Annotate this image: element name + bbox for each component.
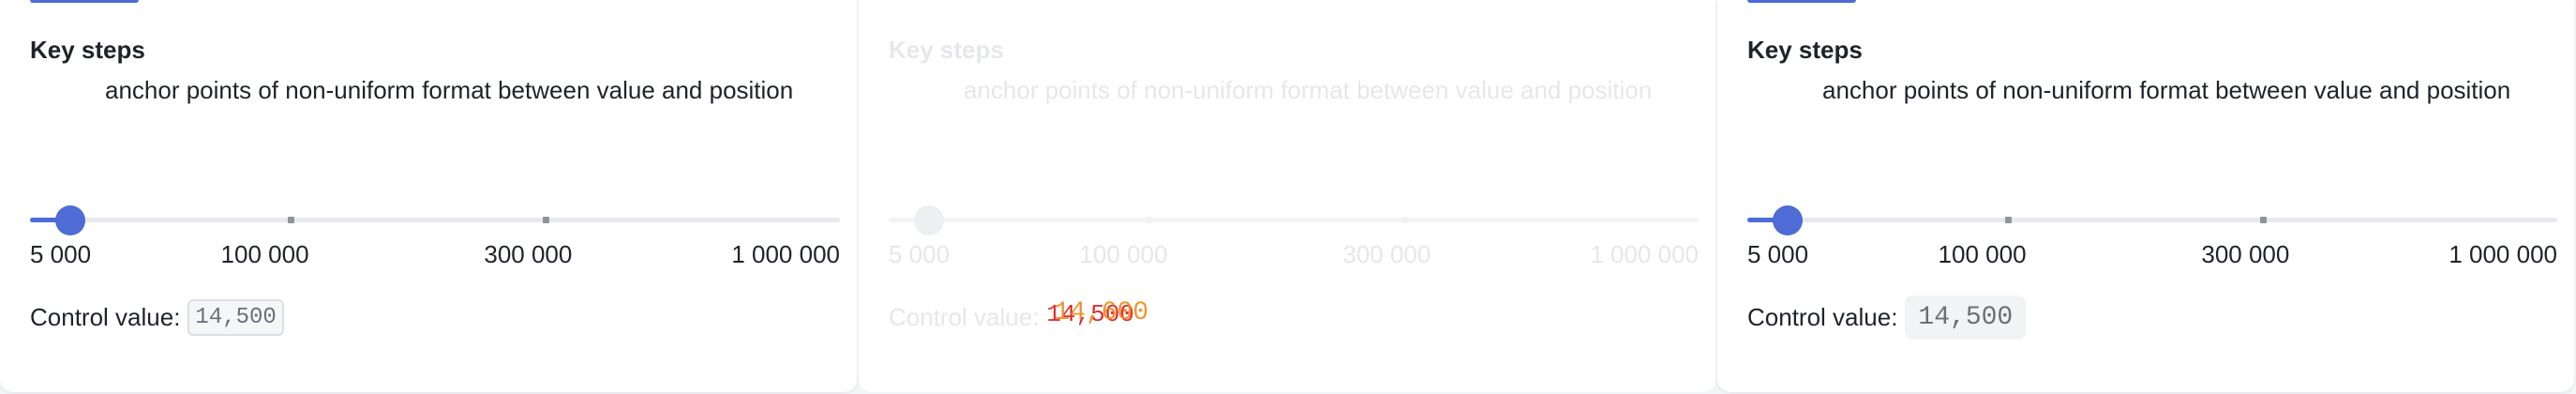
mark-label: 5 000 bbox=[30, 240, 92, 268]
control-value-row: Control value: 14,500 14,600 bbox=[889, 296, 1159, 338]
slider-handle[interactable] bbox=[914, 205, 945, 235]
mark-label: 100 000 bbox=[220, 240, 309, 268]
range-slider[interactable] bbox=[30, 205, 840, 235]
mark-label: 300 000 bbox=[484, 240, 573, 268]
card-description: anchor points of non-uniform format betw… bbox=[1822, 76, 2511, 104]
control-value-label: Control value: bbox=[30, 302, 181, 331]
slider-rail bbox=[30, 218, 840, 222]
control-value: 14,500 bbox=[187, 298, 284, 336]
slider-mark-labels: 5 000 100 000 300 000 1 000 000 bbox=[1747, 240, 2557, 274]
mark-label: 1 000 000 bbox=[731, 240, 840, 268]
card-title: Key steps bbox=[1747, 36, 1863, 64]
card-title: Key steps bbox=[889, 36, 1004, 64]
control-value-label: Control value: bbox=[889, 302, 1040, 331]
slider-mark bbox=[2005, 217, 2013, 223]
range-slider[interactable] bbox=[1747, 205, 2557, 235]
control-value-transition: 14,500 14,600 bbox=[1046, 298, 1159, 334]
control-value-label: Control value: bbox=[1747, 302, 1898, 331]
slider-demo-card-faded: Key steps anchor points of non-uniform f… bbox=[859, 0, 1715, 392]
mark-label: 1 000 000 bbox=[2449, 240, 2557, 268]
card-description: anchor points of non-uniform format betw… bbox=[964, 76, 1653, 104]
slider-demo-card: Key steps anchor points of non-uniform f… bbox=[1717, 0, 2574, 392]
slider-mark bbox=[288, 217, 295, 223]
control-value: 14,500 bbox=[1905, 295, 2027, 340]
slider-rail bbox=[889, 218, 1699, 222]
mark-label: 300 000 bbox=[1342, 240, 1431, 268]
control-value-new: 14,600 bbox=[1054, 298, 1149, 327]
slider-mark bbox=[1146, 217, 1154, 223]
slider-mark-labels: 5 000 100 000 300 000 1 000 000 bbox=[30, 240, 840, 274]
mark-label: 5 000 bbox=[1747, 240, 1809, 268]
mark-label: 100 000 bbox=[1938, 240, 2027, 268]
slider-demo-card: Key steps anchor points of non-uniform f… bbox=[0, 0, 857, 392]
slider-mark bbox=[1400, 217, 1408, 223]
slider-mark bbox=[2259, 217, 2267, 223]
mark-label: 300 000 bbox=[2201, 240, 2290, 268]
slider-handle[interactable] bbox=[1773, 205, 1804, 235]
mark-label: 100 000 bbox=[1079, 240, 1168, 268]
tab-indicator bbox=[1747, 0, 1856, 3]
control-value-row: Control value: 14,500 bbox=[30, 296, 284, 338]
slider-rail bbox=[1747, 218, 2557, 222]
card-title: Key steps bbox=[30, 36, 145, 64]
card-description: anchor points of non-uniform format betw… bbox=[105, 76, 794, 104]
tab-indicator bbox=[30, 0, 139, 3]
slider-mark-labels: 5 000 100 000 300 000 1 000 000 bbox=[889, 240, 1699, 274]
range-slider[interactable] bbox=[889, 205, 1699, 235]
mark-label: 5 000 bbox=[889, 240, 951, 268]
mark-label: 1 000 000 bbox=[1590, 240, 1699, 268]
control-value-row: Control value: 14,500 bbox=[1747, 295, 2027, 340]
slider-handle[interactable] bbox=[55, 205, 86, 235]
demo-canvas: Key steps anchor points of non-uniform f… bbox=[0, 0, 2576, 394]
slider-mark bbox=[542, 217, 549, 223]
